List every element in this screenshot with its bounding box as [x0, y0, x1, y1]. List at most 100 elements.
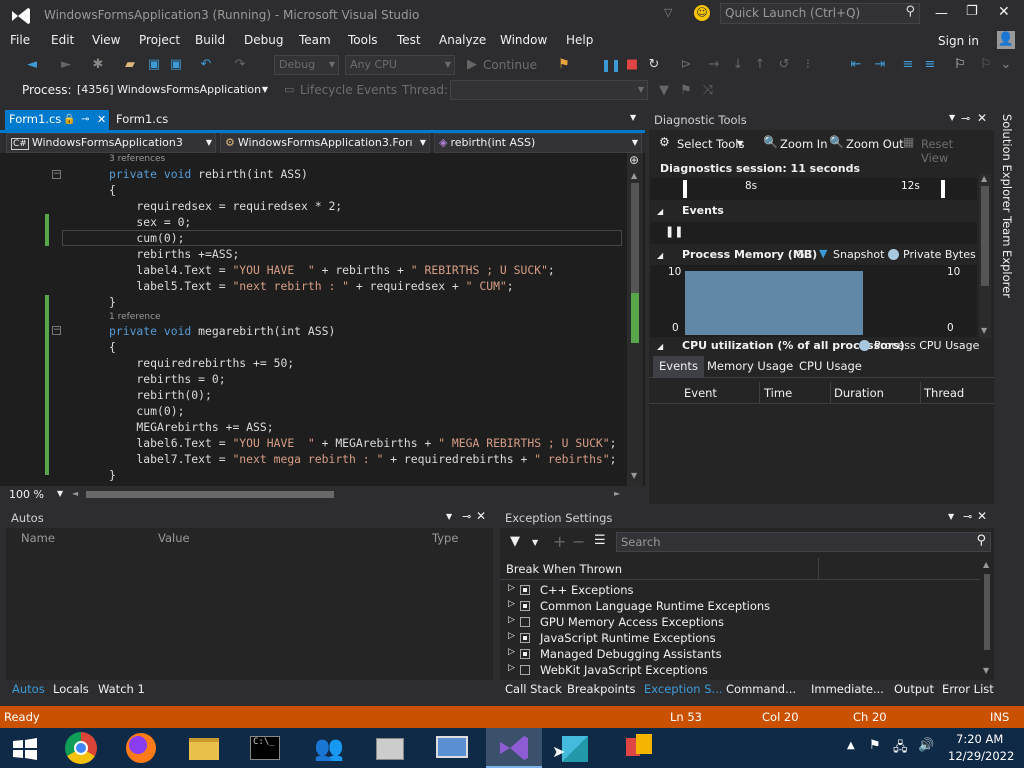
exception-checkbox[interactable]: [520, 649, 530, 659]
chevron-down-icon[interactable]: ▼: [446, 512, 452, 521]
menu-file[interactable]: File: [10, 33, 30, 47]
tab-immediate[interactable]: Immediate...: [811, 682, 884, 696]
code-line[interactable]: rebirths +=ASS;: [109, 246, 239, 262]
network-icon[interactable]: 🖧: [893, 738, 908, 760]
exception-checkbox[interactable]: [520, 665, 530, 675]
pin-icon[interactable]: ⊸: [462, 510, 471, 523]
taskbar-users[interactable]: 👥: [300, 728, 356, 768]
col-name[interactable]: Name: [21, 531, 55, 545]
chevron-down-icon[interactable]: ▼: [949, 113, 955, 122]
flag-threads-icon[interactable]: ⚑: [678, 83, 694, 99]
scroll-left-icon[interactable]: ◄: [72, 489, 78, 498]
list-item[interactable]: ▷ GPU Memory Access Exceptions: [500, 614, 980, 630]
close-panel-icon[interactable]: ✕: [476, 509, 486, 523]
tab-call-stack[interactable]: Call Stack: [505, 682, 562, 696]
menu-window[interactable]: Window: [500, 33, 547, 47]
next-bookmark-icon[interactable]: ⚐: [978, 57, 994, 73]
diag-scrollbar[interactable]: ▲ ▼: [979, 174, 991, 338]
vertical-scrollbar[interactable]: ⊕ ▲ ▼: [627, 153, 643, 486]
taskbar-app[interactable]: [362, 728, 418, 768]
code-line[interactable]: label7.Text = "next mega rebirth : " + r…: [109, 451, 616, 467]
account-avatar-icon[interactable]: 👤: [997, 31, 1015, 49]
taskbar-file-explorer[interactable]: [176, 728, 232, 768]
code-line[interactable]: }: [109, 467, 116, 483]
col-thread[interactable]: Thread: [924, 386, 964, 400]
menu-edit[interactable]: Edit: [51, 33, 74, 47]
taskbar-firefox[interactable]: [114, 728, 170, 768]
tab-autos[interactable]: Autos: [12, 682, 45, 696]
code-line[interactable]: label4.Text = "YOU HAVE " + rebirths + "…: [109, 262, 554, 278]
chevron-down-icon[interactable]: ▼: [948, 512, 954, 521]
expand-triangle-icon[interactable]: ▷: [508, 599, 515, 609]
expand-triangle-icon[interactable]: ▷: [508, 647, 515, 657]
restore-defaults-icon[interactable]: ☰: [594, 533, 606, 548]
action-center-flag-icon[interactable]: ⚑: [869, 738, 881, 753]
scroll-up-icon[interactable]: ▲: [631, 171, 637, 180]
expand-triangle-icon[interactable]: ▷: [508, 615, 515, 625]
scrollbar-thumb[interactable]: [984, 574, 990, 650]
align-left-icon[interactable]: ⇤: [848, 57, 864, 73]
filter-icon[interactable]: ▼: [656, 83, 672, 99]
team-explorer-tab[interactable]: Team Explorer: [1000, 216, 1014, 298]
exception-checkbox[interactable]: [520, 601, 530, 611]
taskbar-visual-studio[interactable]: [486, 728, 542, 768]
zoom-in-button[interactable]: Zoom In: [780, 137, 828, 151]
timeline-ruler[interactable]: 8s 12s: [651, 178, 977, 200]
forward-icon[interactable]: ►: [58, 57, 74, 73]
collapse-triangle-icon[interactable]: ◢: [657, 207, 663, 216]
timeline-end-handle[interactable]: [941, 180, 945, 198]
step-into-icon[interactable]: ↓: [730, 57, 746, 73]
member-select[interactable]: ◈ rebirth(int ASS) ▼: [434, 133, 642, 153]
zoom-level[interactable]: 100 %: [9, 488, 44, 501]
horizontal-scrollbar-thumb[interactable]: [86, 491, 334, 498]
quick-launch-box[interactable]: Quick Launch (Ctrl+Q) ⚲: [720, 3, 920, 24]
pause-icon[interactable]: ❚❚: [601, 57, 621, 73]
save-all-icon[interactable]: ▣: [168, 57, 184, 73]
menu-build[interactable]: Build: [195, 33, 225, 47]
show-next-statement-icon[interactable]: ⊳: [678, 57, 694, 73]
tab-cpu-usage[interactable]: CPU Usage: [799, 359, 862, 373]
col-break-when-thrown[interactable]: Break When Thrown: [506, 562, 622, 576]
references-codelens[interactable]: 1 reference: [109, 311, 161, 323]
pin-icon[interactable]: ⊸: [963, 510, 972, 523]
tab-locals[interactable]: Locals: [53, 682, 89, 696]
scroll-up-icon[interactable]: ▲: [983, 560, 989, 569]
close-button[interactable]: ✕: [998, 4, 1010, 20]
close-panel-icon[interactable]: ✕: [977, 111, 987, 125]
tab-events[interactable]: Events: [653, 356, 704, 378]
list-item[interactable]: ▷ JavaScript Runtime Exceptions: [500, 630, 980, 646]
exception-scrollbar[interactable]: ▲ ▼: [982, 560, 992, 678]
code-line[interactable]: rebirths = 0;: [109, 371, 225, 387]
list-item[interactable]: ▷ C++ Exceptions: [500, 582, 980, 598]
open-file-icon[interactable]: ▰: [122, 57, 138, 73]
memory-chart[interactable]: 10 0 10 0: [651, 265, 977, 337]
start-button[interactable]: [0, 728, 56, 768]
taskbar-office[interactable]: [610, 728, 666, 768]
comment-icon[interactable]: ≡: [900, 57, 916, 73]
step-over-icon[interactable]: →: [706, 57, 722, 73]
code-line[interactable]: private void rebirth(int ASS): [109, 166, 308, 182]
menu-test[interactable]: Test: [397, 33, 421, 47]
select-tools-button[interactable]: Select Tools: [677, 137, 744, 151]
close-panel-icon[interactable]: ✕: [977, 509, 987, 523]
events-track[interactable]: ❚❚: [651, 222, 977, 244]
expand-triangle-icon[interactable]: ▷: [508, 663, 515, 673]
scrollbar-thumb[interactable]: [981, 186, 989, 286]
list-item[interactable]: ▷ WebKit JavaScript Exceptions: [500, 662, 980, 678]
code-line[interactable]: requiredrebirths += 50;: [109, 355, 294, 371]
volume-icon[interactable]: 🔊: [918, 738, 934, 753]
process-select[interactable]: [4356] WindowsFormsApplication ▼: [72, 80, 272, 100]
feedback-smiley-icon[interactable]: ☺: [694, 5, 710, 21]
code-line[interactable]: cum(0);: [109, 403, 184, 419]
pause-events-icon[interactable]: ❚❚: [665, 225, 683, 238]
references-codelens[interactable]: 3 references: [109, 153, 165, 165]
chevron-down-icon[interactable]: ▼: [57, 489, 63, 498]
collapse-triangle-icon[interactable]: ◢: [657, 342, 663, 351]
col-value[interactable]: Value: [158, 531, 190, 545]
lifecycle-events-icon[interactable]: ▭: [284, 83, 294, 96]
solution-explorer-tab[interactable]: Solution Explorer: [1000, 114, 1014, 212]
continue-play-icon[interactable]: ▶: [464, 57, 480, 73]
scroll-down-icon[interactable]: ▼: [631, 471, 637, 480]
tab-error-list[interactable]: Error List: [942, 682, 994, 696]
chevron-down-icon[interactable]: ▼: [532, 538, 538, 547]
